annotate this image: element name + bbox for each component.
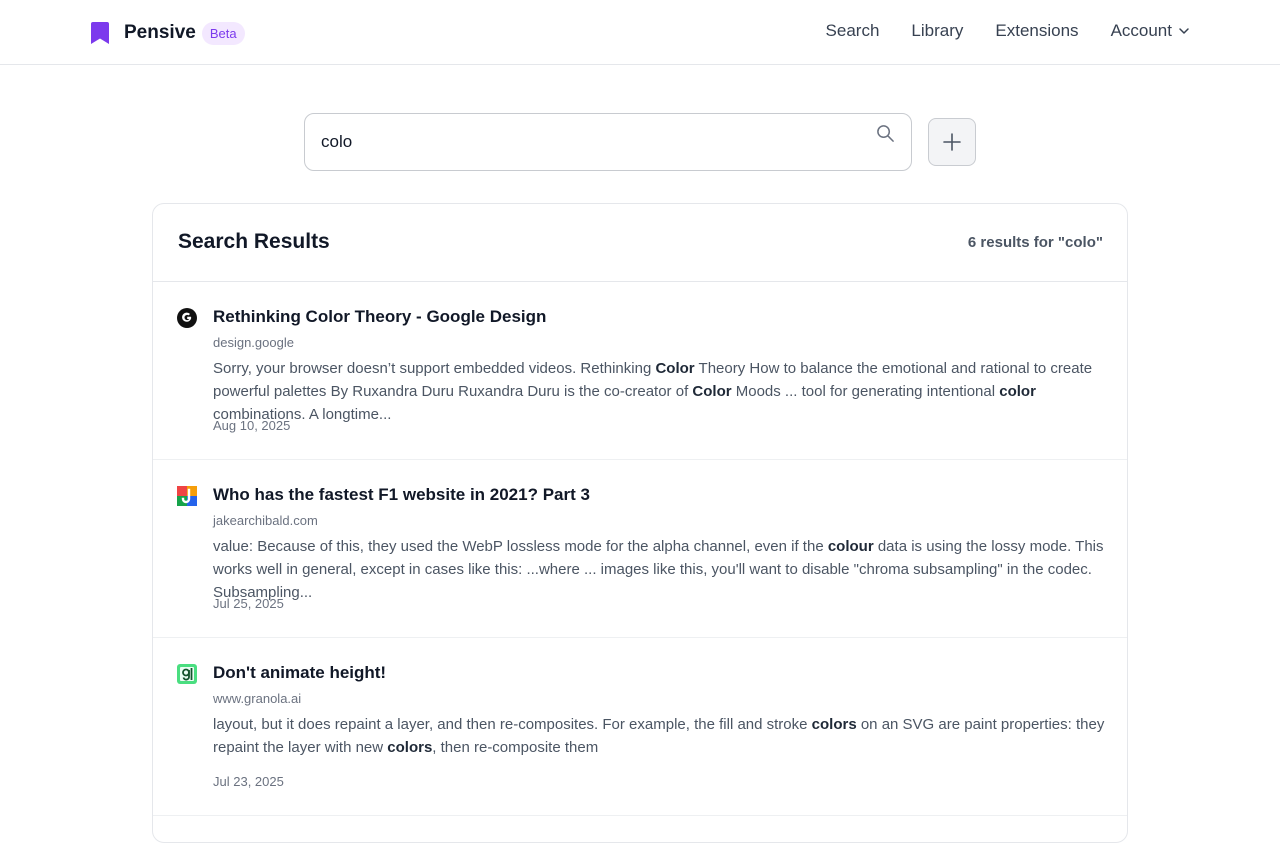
beta-badge: Beta [201,21,245,45]
result-snippet: value: Because of this, they used the We… [213,538,1104,601]
result-item[interactable]: Don't animate height! www.granola.ai lay… [153,638,1127,816]
result-title[interactable]: Don't animate height! [213,663,386,683]
nav-extensions-label: Extensions [995,21,1079,40]
result-title[interactable]: Who has the fastest F1 website in 2021? … [213,485,590,505]
result-title[interactable]: Rethinking Color Theory - Google Design [213,307,546,327]
main-nav: Search Library Extensions Account [794,21,1190,41]
google-g-icon [177,308,197,328]
add-button[interactable] [928,118,976,166]
result-domain: www.granola.ai [213,691,302,706]
nav-search[interactable]: Search [826,21,880,41]
result-domain: design.google [213,335,294,350]
result-date: Jul 25, 2025 [213,596,284,611]
results-header: Search Results 6 results for "colo" [153,204,1127,282]
result-date: Aug 10, 2025 [213,418,291,433]
top-navbar: Pensive Beta Search Library Extensions A… [0,0,1280,65]
nav-library-label: Library [911,21,964,40]
nav-account-label: Account [1110,21,1172,40]
nav-search-label: Search [825,21,880,40]
granola-g-icon [177,664,197,684]
result-date: Jul 23, 2025 [213,774,284,789]
chevron-down-icon [1179,28,1189,34]
search-input[interactable] [321,114,861,170]
plus-icon [943,133,961,151]
brand-name: Pensive [124,22,196,43]
bookmark-logo-icon [90,21,110,45]
result-item[interactable]: Rethinking Color Theory - Google Design … [153,282,1127,460]
results-title: Search Results [178,230,330,253]
nav-library[interactable]: Library [911,21,963,41]
results-count: 6 results for "colo" [967,234,1103,251]
result-domain: jakearchibald.com [213,513,318,528]
nav-extensions[interactable]: Extensions [995,21,1078,41]
search-box [304,113,912,171]
search-icon[interactable] [876,124,895,143]
brand[interactable]: Pensive Beta [90,20,245,46]
nav-account-dropdown[interactable]: Account [1111,21,1190,41]
search-results-panel: Search Results 6 results for "colo" Reth… [152,203,1128,843]
result-snippet: Sorry, your browser doesn’t support embe… [213,360,1093,423]
result-snippet: layout, but it does repaint a layer, and… [213,716,1105,756]
jake-archibald-j-icon [177,486,197,506]
result-item[interactable]: Who has the fastest F1 website in 2021? … [153,460,1127,638]
